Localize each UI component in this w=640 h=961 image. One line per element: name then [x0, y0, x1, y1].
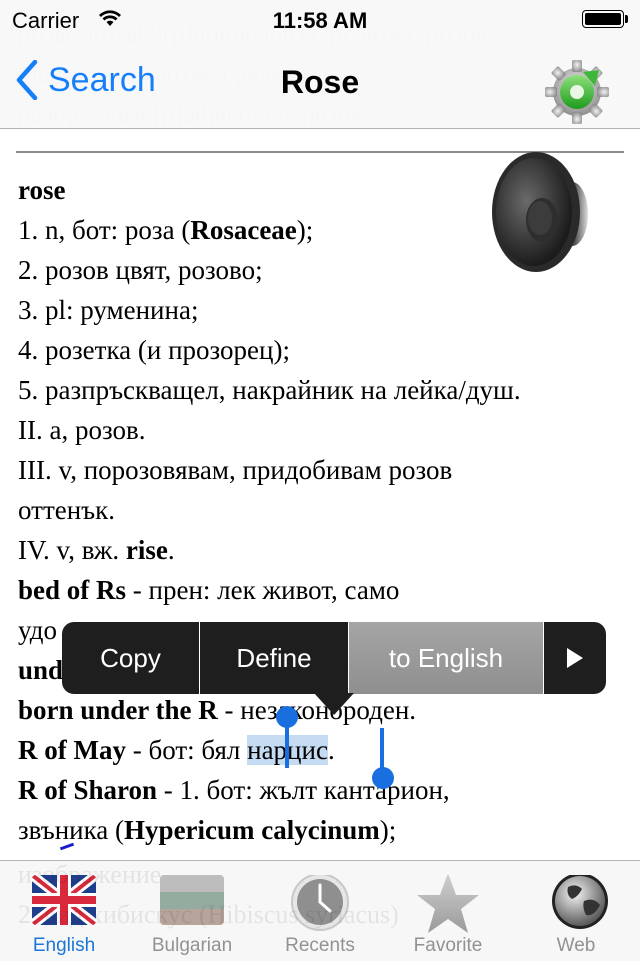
triangle-right-icon — [567, 648, 583, 668]
definition-content: rose 1. n, бот: роза (Rosaceae); 2. розов… — [18, 170, 623, 850]
battery-full-icon — [582, 10, 624, 28]
tab-label: Recents — [285, 935, 355, 956]
tab-recents[interactable]: Recents — [256, 861, 384, 961]
definition-line: IV. v, вж. rise. — [18, 535, 175, 565]
edit-menu-arrow — [314, 693, 354, 715]
tab-english[interactable]: English — [0, 861, 128, 961]
tab-label: Web — [556, 935, 596, 956]
tab-label: Bulgarian — [151, 935, 233, 956]
tab-web[interactable]: Web — [512, 861, 640, 961]
bulgaria-flag-icon — [160, 875, 224, 925]
clock-icon — [291, 875, 349, 931]
to-english-menu-item[interactable]: to English — [349, 622, 544, 694]
definition-line: 2. розов цвят, розово; — [18, 255, 263, 285]
uk-flag-icon — [32, 875, 96, 925]
battery-tip — [625, 15, 628, 23]
tab-bulgarian[interactable]: Bulgarian — [128, 861, 256, 961]
definition-line: оттенък. — [18, 495, 116, 525]
definition-line: 3. pl: руменина; — [18, 295, 199, 325]
selection-end-handle[interactable] — [372, 767, 394, 789]
selection-end-caret — [380, 728, 384, 772]
more-menu-button[interactable] — [544, 622, 606, 694]
copy-menu-item[interactable]: Copy — [62, 622, 200, 694]
definition-line: bed of Rs - прен: лек живот, само — [18, 575, 400, 605]
star-icon — [417, 875, 479, 933]
clock: 11:58 AM — [272, 8, 368, 33]
back-button[interactable]: Search — [16, 60, 156, 100]
tab-label: English — [32, 935, 96, 956]
definition-line: R of Sharon - 1. бот: жълт кантарион, — [18, 775, 450, 805]
definition-line: звъника (Hypericum calycinum); — [18, 815, 397, 845]
definition-line: III. v, порозовявам, придобивам розов — [18, 455, 453, 485]
chevron-left-icon — [16, 60, 38, 100]
definition-line: 1. n, бот: роза (Rosaceae); — [18, 215, 314, 245]
edit-menu: Copy Define to English — [62, 622, 606, 694]
definition-line: II. a, розов. — [18, 415, 146, 445]
globe-icon — [552, 875, 608, 929]
selection-start-caret — [285, 720, 289, 768]
tab-favorite[interactable]: Favorite — [384, 861, 512, 961]
definition-line: 5. разпръскващел, накрайник на лейка/душ… — [18, 375, 521, 405]
tab-bar: English Bulgarian Recents Favorite Web — [0, 860, 640, 961]
tab-label: Favorite — [413, 935, 483, 956]
status-bar: Carrier 11:58 AM — [0, 0, 640, 40]
definition-line: R of May - бот: бял нарцис. — [18, 735, 335, 765]
define-menu-item[interactable]: Define — [200, 622, 349, 694]
gear-refresh-icon[interactable] — [543, 56, 611, 124]
headword: rose — [18, 175, 66, 205]
back-button-label: Search — [48, 60, 156, 99]
definition-line: 4. розетка (и прозорец); — [18, 335, 290, 365]
